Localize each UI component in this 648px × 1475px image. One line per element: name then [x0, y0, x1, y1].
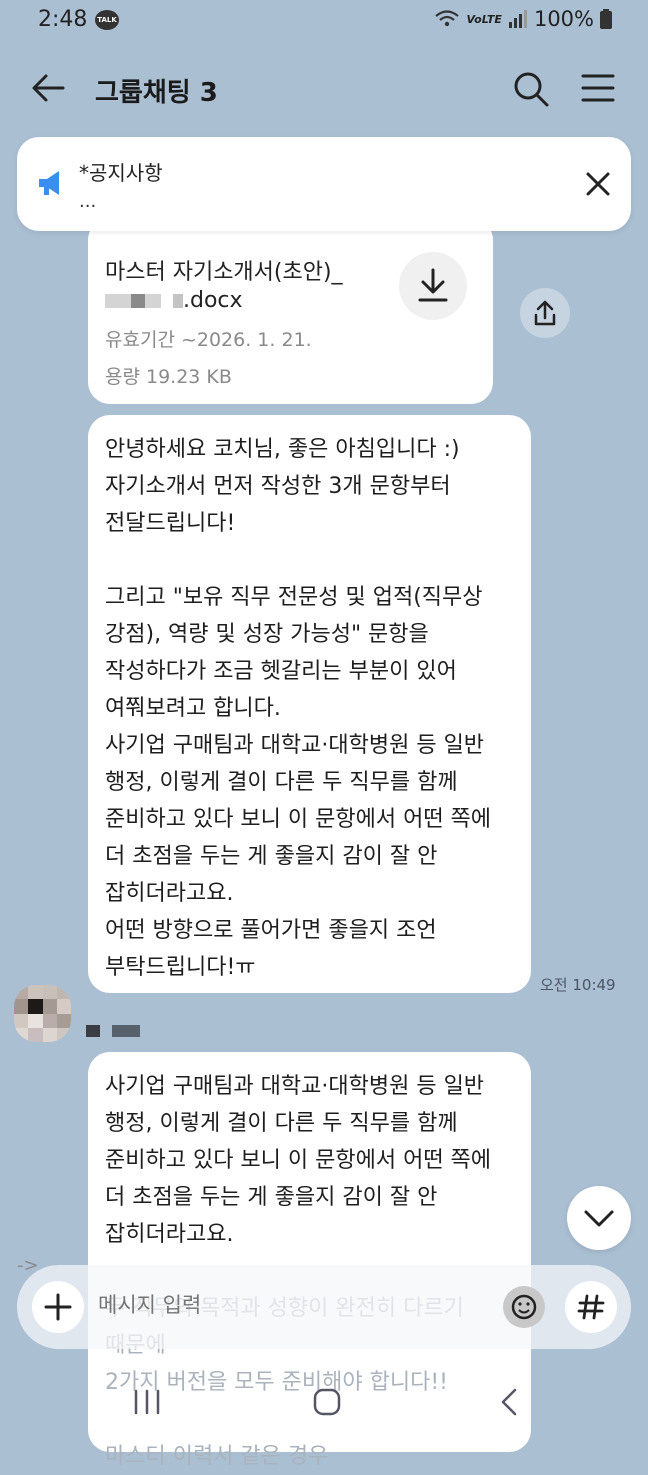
battery-percent: 100% — [533, 7, 594, 31]
file-expiry: 유효기간 ~2026. 1. 21. — [105, 329, 312, 351]
search-icon — [514, 72, 549, 107]
plus-icon — [44, 1293, 72, 1321]
battery-icon — [600, 9, 612, 29]
share-button[interactable] — [520, 288, 570, 338]
talk-notification-icon: TALK — [95, 10, 119, 30]
redacted-text — [112, 1025, 140, 1037]
message-bubble[interactable]: 안녕하세요 코치님, 좋은 아침입니다 :) 자기소개서 먼저 작성한 3개 문… — [88, 415, 531, 993]
message-text: 안녕하세요 코치님, 좋은 아침입니다 :) 자기소개서 먼저 작성한 3개 문… — [105, 437, 492, 980]
message-input[interactable] — [98, 1293, 478, 1317]
wifi-icon — [435, 10, 460, 27]
file-name-suffix: .docx — [105, 288, 243, 313]
notice-preview: ... — [79, 191, 97, 212]
message-input-bar — [17, 1265, 631, 1349]
reply-quote-text: 사기업 구매팀과 대학교·대학병원 등 일반 행정, 이렇게 결이 다른 두 직… — [105, 1074, 492, 1247]
arrow-left-icon — [32, 74, 65, 102]
avatar[interactable] — [14, 985, 71, 1042]
file-message-bubble[interactable]: 마스터 자기소개서(초안)_ .docx 유효기간 ~2026. 1. 21. … — [88, 218, 493, 404]
scroll-to-bottom-button[interactable] — [567, 1186, 631, 1250]
sender-name — [86, 1023, 142, 1037]
system-nav-bar — [0, 1365, 648, 1445]
close-notice-button[interactable] — [585, 171, 611, 201]
chevron-down-icon — [584, 1210, 614, 1227]
chat-title: 그룹채팅 3 — [95, 78, 218, 108]
volte-indicator: VoLTE — [466, 12, 502, 26]
signal-icon — [508, 10, 527, 28]
hashtag-search-button[interactable] — [565, 1281, 617, 1333]
status-bar: 2:48 TALK VoLTE 100% — [0, 0, 648, 44]
share-icon — [534, 300, 556, 326]
download-button[interactable] — [399, 252, 467, 320]
file-name: 마스터 자기소개서(초안)_ — [105, 260, 343, 285]
clock: 2:48 — [38, 7, 88, 32]
message-time: 오전 10:49 — [540, 976, 616, 994]
redacted-text — [173, 294, 183, 308]
pinned-notice[interactable]: *공지사항 ... — [17, 137, 631, 231]
close-icon — [586, 172, 610, 196]
file-size: 용량 19.23 KB — [105, 366, 232, 388]
redacted-text — [105, 294, 131, 308]
emoji-button[interactable] — [503, 1286, 545, 1328]
emoji-icon — [511, 1294, 537, 1320]
menu-button[interactable] — [580, 70, 616, 110]
redacted-text — [86, 1025, 100, 1037]
hash-icon — [577, 1294, 605, 1320]
notice-title: *공지사항 — [79, 161, 163, 185]
megaphone-icon — [35, 167, 67, 203]
attach-button[interactable] — [32, 1281, 84, 1333]
status-icons: VoLTE 100% — [434, 7, 612, 31]
redacted-text — [145, 294, 161, 308]
hamburger-menu-icon — [581, 74, 615, 102]
back-button[interactable] — [30, 70, 66, 110]
search-button[interactable] — [512, 70, 550, 112]
download-icon — [418, 268, 448, 302]
redacted-text — [131, 294, 145, 308]
